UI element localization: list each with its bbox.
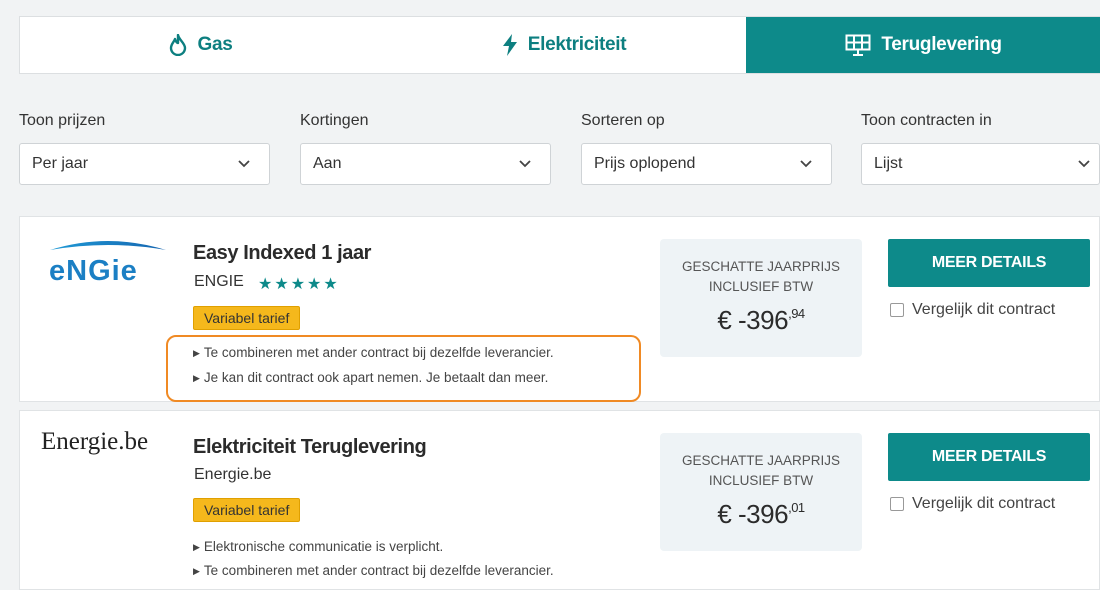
offer-supplier: Energie.be: [194, 466, 272, 483]
engie-logo: eNGie: [47, 236, 169, 291]
price-label: GESCHATTE JAARPRIJS INCLUSIEF BTW: [681, 453, 841, 488]
svg-text:eNGie: eNGie: [49, 255, 138, 286]
estimated-yearly-price: € -396,01: [717, 499, 805, 529]
offer-title[interactable]: Easy Indexed 1 jaar: [193, 242, 371, 265]
tab-elektriciteit[interactable]: Elektriciteit: [382, 17, 746, 73]
flame-icon: [169, 34, 187, 56]
checkbox[interactable]: [890, 497, 904, 511]
select-sort[interactable]: Prijs oplopend: [581, 143, 832, 185]
highlight-annotation: [166, 335, 641, 402]
rating-stars: ★★★★★: [258, 276, 340, 293]
select-value: Per jaar: [32, 155, 89, 172]
filter-label-discounts: Kortingen: [300, 112, 369, 129]
select-value: Lijst: [874, 155, 903, 172]
compare-label: Vergelijk dit contract: [912, 495, 1056, 512]
offer-note: ▶ Elektronische communicatie is verplicht…: [193, 539, 444, 554]
offer-note: ▶ Te combineren met ander contract bij de…: [193, 563, 554, 578]
tab-teruglevering[interactable]: Teruglevering: [746, 17, 1100, 73]
caret-right-icon: ▶: [193, 566, 200, 576]
lightning-icon: [502, 34, 518, 56]
caret-right-icon: ▶: [193, 542, 200, 552]
offer-card: Energie.be Elektriciteit Teruglevering E…: [19, 410, 1100, 590]
select-value: Aan: [313, 155, 342, 172]
tab-label: Gas: [197, 34, 233, 55]
more-details-button[interactable]: MEER DETAILS: [888, 433, 1090, 481]
select-view-mode[interactable]: Lijst: [861, 143, 1100, 185]
chevron-down-icon: [237, 156, 251, 175]
tab-label: Elektriciteit: [527, 34, 627, 55]
select-value: Prijs oplopend: [594, 155, 696, 172]
estimated-yearly-price: € -396,94: [717, 305, 805, 335]
tab-label: Teruglevering: [881, 34, 1002, 55]
filter-label-sort: Sorteren op: [581, 112, 665, 129]
offer-supplier: ENGIE: [194, 273, 244, 290]
chevron-down-icon: [518, 156, 532, 175]
energie-be-logo: Energie.be: [41, 428, 149, 455]
price-label: GESCHATTE JAARPRIJS INCLUSIEF BTW: [681, 259, 841, 294]
compare-checkbox[interactable]: Vergelijk dit contract: [890, 495, 1055, 513]
energy-type-tabs: Gas Elektriciteit Teruglevering: [19, 16, 1100, 74]
chevron-down-icon: [1077, 156, 1091, 175]
compare-label: Vergelijk dit contract: [912, 301, 1056, 318]
select-show-prices[interactable]: Per jaar: [19, 143, 270, 185]
tariff-badge: Variabel tarief: [193, 306, 301, 330]
price-box: GESCHATTE JAARPRIJS INCLUSIEF BTW € -396…: [660, 239, 862, 357]
select-discounts[interactable]: Aan: [300, 143, 551, 185]
offer-title[interactable]: Elektriciteit Teruglevering: [193, 436, 427, 459]
filter-label-view: Toon contracten in: [861, 112, 992, 129]
tariff-badge: Variabel tarief: [193, 498, 301, 522]
tab-gas[interactable]: Gas: [20, 17, 382, 73]
chevron-down-icon: [799, 156, 813, 175]
more-details-button[interactable]: MEER DETAILS: [888, 239, 1090, 287]
filter-label-prices: Toon prijzen: [19, 112, 106, 129]
checkbox[interactable]: [890, 303, 904, 317]
price-box: GESCHATTE JAARPRIJS INCLUSIEF BTW € -396…: [660, 433, 862, 551]
solar-panel-icon: [845, 34, 871, 56]
compare-checkbox[interactable]: Vergelijk dit contract: [890, 301, 1055, 319]
offer-card: eNGie Easy Indexed 1 jaar ENGIE ★★★★★ Va…: [19, 216, 1100, 402]
